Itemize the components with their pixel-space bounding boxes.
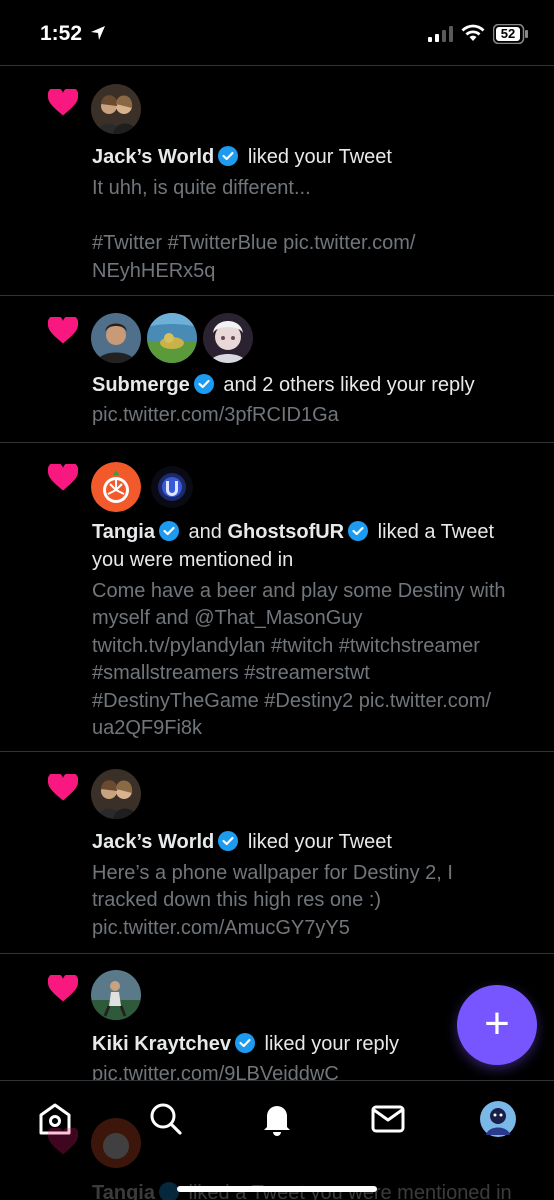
tweet-snippet-line: tracked down this high res one :): [92, 889, 382, 911]
tweet-snippet-line: pic.twitter.com/AmucGY7yY5: [92, 917, 350, 939]
tweet-snippet-line: Here’s a phone wallpaper for Destiny 2, …: [92, 862, 453, 884]
verified-badge-icon: [218, 831, 239, 851]
verified-badge-icon: [158, 1182, 179, 1200]
verified-badge-icon: [193, 374, 214, 394]
verified-badge-icon: [218, 146, 239, 166]
notification-text: Submerge and 2 others liked your reply: [92, 374, 475, 396]
notification-text: Jack’s World liked your Tweet: [92, 146, 392, 168]
verified-badge-icon: [348, 521, 369, 541]
avatar[interactable]: [203, 313, 253, 363]
avatar[interactable]: [147, 313, 197, 363]
avatar[interactable]: [91, 769, 141, 819]
heart-icon: [48, 1128, 78, 1155]
notification-text: Kiki Kraytchev liked your reply: [92, 1033, 400, 1055]
tweet-snippet-line: pic.twitter.com/3pfRCID1Ga: [92, 404, 339, 426]
tweet-snippet-line: pic.twitter.com/9LBVeiddwC: [92, 1063, 339, 1080]
status-time: 1:52: [40, 22, 83, 45]
tweet-snippet-line: #DestinyTheGame #Destiny2 pic.twitter.co…: [92, 690, 492, 712]
avatar[interactable]: [151, 466, 193, 508]
avatar: [91, 1118, 141, 1168]
heart-icon: [48, 317, 78, 344]
actor-name[interactable]: Jack’s World: [92, 831, 214, 853]
cellular-signal-icon: [428, 26, 453, 42]
tweet-snippet-line: NEyhHERx5q: [92, 260, 216, 282]
actor-name[interactable]: Submerge: [92, 374, 190, 396]
tweet-snippet-line: #smallstreamers #streamerstwt: [92, 662, 370, 684]
heart-icon: [48, 774, 78, 801]
avatar[interactable]: [91, 313, 141, 363]
tweet-snippet-line: It uhh, is quite different...: [92, 177, 311, 199]
actor-name[interactable]: Tangia: [92, 521, 155, 543]
heart-icon: [48, 975, 78, 1002]
actor-name[interactable]: Kiki Kraytchev: [92, 1033, 231, 1055]
actor-name[interactable]: GhostsofUR: [227, 521, 344, 543]
notification-text-line2: you were mentioned in: [92, 549, 294, 571]
heart-icon: [48, 464, 78, 491]
notifications-feed[interactable]: Jack’s World liked your Tweet It uhh, is…: [0, 67, 554, 1080]
battery-level: 52: [496, 27, 520, 41]
avatar[interactable]: [91, 970, 141, 1020]
tweet-snippet-line: twitch.tv/pylandylan #twitch #twitchstre…: [92, 635, 480, 657]
wifi-icon: [461, 24, 485, 41]
tweet-snippet-line: Come have a beer and play some Destiny w…: [92, 580, 506, 602]
notification-item[interactable]: Jack’s World liked your Tweet Here’s a p…: [0, 752, 554, 954]
home-indicator: [177, 1186, 377, 1192]
notification-item[interactable]: Submerge and 2 others liked your reply p…: [0, 296, 554, 443]
actor-name[interactable]: Jack’s World: [92, 146, 214, 168]
verified-badge-icon: [158, 521, 179, 541]
notification-text: Jack’s World liked your Tweet: [92, 831, 392, 853]
avatar[interactable]: [91, 84, 141, 134]
location-arrow-icon: [91, 26, 105, 40]
notification-item[interactable]: Tangia and GhostsofUR liked a Tweet you …: [0, 443, 554, 752]
compose-button[interactable]: +: [457, 985, 537, 1065]
tweet-snippet-line: ua2QF9Fi8k: [92, 717, 203, 739]
status-bar: 1:52 52: [0, 0, 554, 66]
tweet-snippet-line: myself and @That_MasonGuy: [92, 607, 363, 629]
verified-badge-icon: [234, 1033, 255, 1053]
tweet-snippet-line: #Twitter #TwitterBlue pic.twitter.com/: [92, 232, 416, 254]
notification-text: Tangia and GhostsofUR liked a Tweet: [92, 521, 495, 543]
notification-item[interactable]: Jack’s World liked your Tweet It uhh, is…: [0, 67, 554, 296]
heart-icon: [48, 89, 78, 116]
avatar[interactable]: [91, 462, 141, 512]
